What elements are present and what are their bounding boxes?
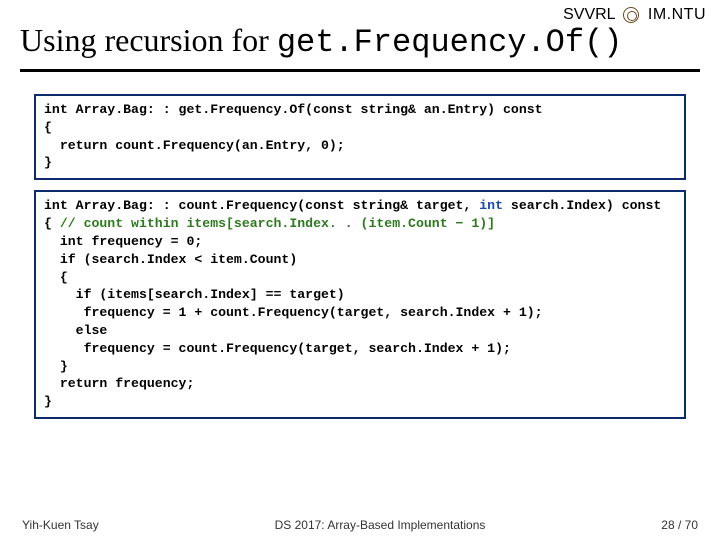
code-2-rest: int frequency = 0; if (search.Index < it… [44, 234, 543, 409]
title-mono: get.Frequency.Of() [277, 24, 623, 61]
footer-course: DS 2017: Array-Based Implementations [99, 518, 662, 532]
header-affiliation: SVVRL IM.NTU [563, 6, 706, 24]
code-box-2: int Array.Bag: : count.Frequency(const s… [34, 190, 686, 419]
code-2-comment: // count within items[search.Index. . (i… [60, 216, 495, 231]
svvrl-text: SVVRL [563, 6, 615, 23]
title-rule [20, 69, 700, 72]
title-prefix: Using recursion for [20, 22, 277, 58]
code-1-text: int Array.Bag: : get.Frequency.Of(const … [44, 102, 543, 170]
code-2-line1-post: search.Index) const [503, 198, 661, 213]
code-2-open: { [44, 216, 60, 231]
ntu-text: IM.NTU [648, 6, 706, 23]
slide-footer: Yih-Kuen Tsay DS 2017: Array-Based Imple… [0, 518, 720, 532]
code-2-line1-pre: int Array.Bag: : count.Frequency(const s… [44, 198, 479, 213]
footer-author: Yih-Kuen Tsay [22, 518, 99, 532]
affiliation-logo-icon [623, 7, 639, 23]
code-box-1: int Array.Bag: : get.Frequency.Of(const … [34, 94, 686, 180]
footer-page: 28 / 70 [661, 518, 698, 532]
slide-title: Using recursion for get.Frequency.Of() [20, 22, 700, 61]
code-2-kw-int: int [479, 198, 503, 213]
slide: SVVRL IM.NTU Using recursion for get.Fre… [0, 0, 720, 540]
